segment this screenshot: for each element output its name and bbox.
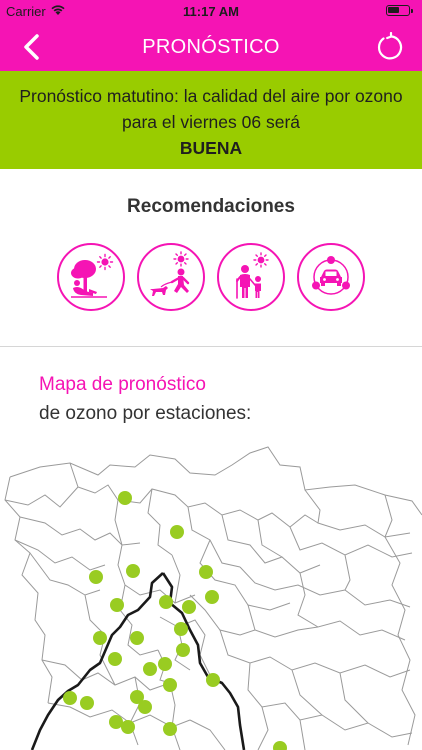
car-use-button[interactable] [297,243,365,311]
station-marker [126,564,140,578]
station-marker [118,491,132,505]
refresh-icon [377,31,403,60]
outdoor-rest-button[interactable] [57,243,125,311]
station-marker [206,673,220,687]
map-title-highlight: Mapa de pronóstico [39,374,206,395]
station-marker [159,595,173,609]
station-marker [158,657,172,671]
forecast-text: Pronóstico matutino: la calidad del aire… [19,86,403,132]
car-use-icon [312,256,350,295]
forecast-quality: BUENA [179,138,243,158]
recommendations-icons [0,243,422,313]
map-title-subtitle: de ozono por estaciones: [39,403,252,424]
station-marker [170,525,184,539]
station-marker [121,720,135,734]
station-marker [63,691,77,705]
ozone-station-map[interactable] [0,445,422,750]
outdoor-rest-icon [71,253,114,298]
vulnerable-groups-icon [236,252,269,299]
station-marker [143,662,157,676]
station-marker [93,631,107,645]
vulnerable-groups-button[interactable] [217,243,285,311]
outdoor-exercise-button[interactable] [137,243,205,311]
station-marker [163,722,177,736]
monitoring-stations [63,491,287,750]
station-marker [273,741,287,750]
station-marker [138,700,152,714]
station-marker [89,570,103,584]
station-marker [80,696,94,710]
station-marker [130,631,144,645]
station-marker [176,643,190,657]
section-divider [0,346,422,347]
header: Carrier 11:17 AM PRONÓSTICO [0,0,422,71]
outdoor-exercise-icon [150,251,190,296]
station-marker [174,622,188,636]
status-bar: Carrier 11:17 AM [0,0,422,22]
page-title: PRONÓSTICO [142,36,280,58]
station-marker [199,565,213,579]
forecast-banner: Pronóstico matutino: la calidad del aire… [0,71,422,169]
recommendations-title: Recomendaciones [127,196,295,217]
battery-icon [386,5,413,16]
nav-bar: PRONÓSTICO [0,22,422,71]
station-marker [108,652,122,666]
station-marker [109,715,123,729]
station-marker [182,600,196,614]
station-marker [205,590,219,604]
station-marker [110,598,124,612]
refresh-button[interactable] [374,31,404,62]
station-marker [163,678,177,692]
clock: 11:17 AM [183,4,239,19]
